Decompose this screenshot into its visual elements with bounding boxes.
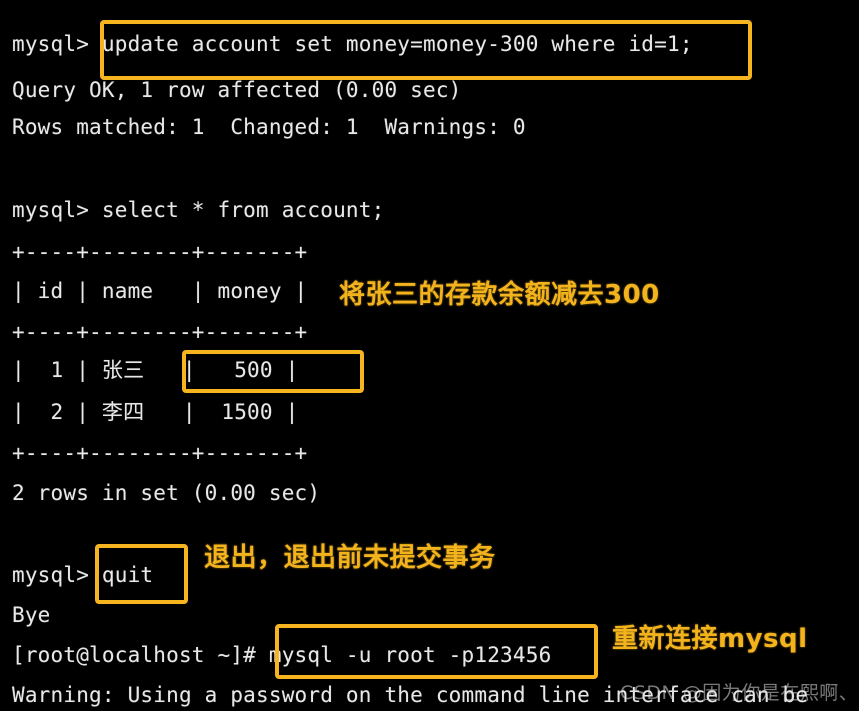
terminal-line-select-footer: 2 rows in set (0.00 sec) <box>12 481 321 505</box>
watermark-csdn: CSDN @因为你是在熙啊、 <box>620 682 859 704</box>
terminal-line-select-command: mysql> select * from account; <box>12 198 385 222</box>
terminal-line-update-result: Query OK, 1 row affected (0.00 sec) <box>12 78 462 102</box>
table-row: | 1 | 张三 | 500 | <box>12 358 299 382</box>
table-header-row: | id | name | money | <box>12 279 308 303</box>
terminal-window: mysql> update account set money=money-30… <box>0 0 859 711</box>
annotation-reconnect-mysql: 重新连接mysql <box>612 624 808 654</box>
terminal-line-update-command: mysql> update account set money=money-30… <box>12 32 693 56</box>
terminal-line-login-command: [root@localhost ~]# mysql -u root -p1234… <box>12 643 552 667</box>
terminal-line-quit-command: mysql> quit <box>12 563 154 587</box>
table-separator-bottom: +----+--------+-------+ <box>12 441 308 465</box>
table-row: | 2 | 李四 | 1500 | <box>12 400 299 424</box>
annotation-deduct-balance: 将张三的存款余额减去300 <box>339 280 660 310</box>
table-separator-middle: +----+--------+-------+ <box>12 320 308 344</box>
terminal-line-bye: Bye <box>12 603 51 627</box>
annotation-quit-uncommitted: 退出，退出前未提交事务 <box>204 543 496 573</box>
terminal-line-update-detail: Rows matched: 1 Changed: 1 Warnings: 0 <box>12 115 526 139</box>
table-separator-top: +----+--------+-------+ <box>12 240 308 264</box>
